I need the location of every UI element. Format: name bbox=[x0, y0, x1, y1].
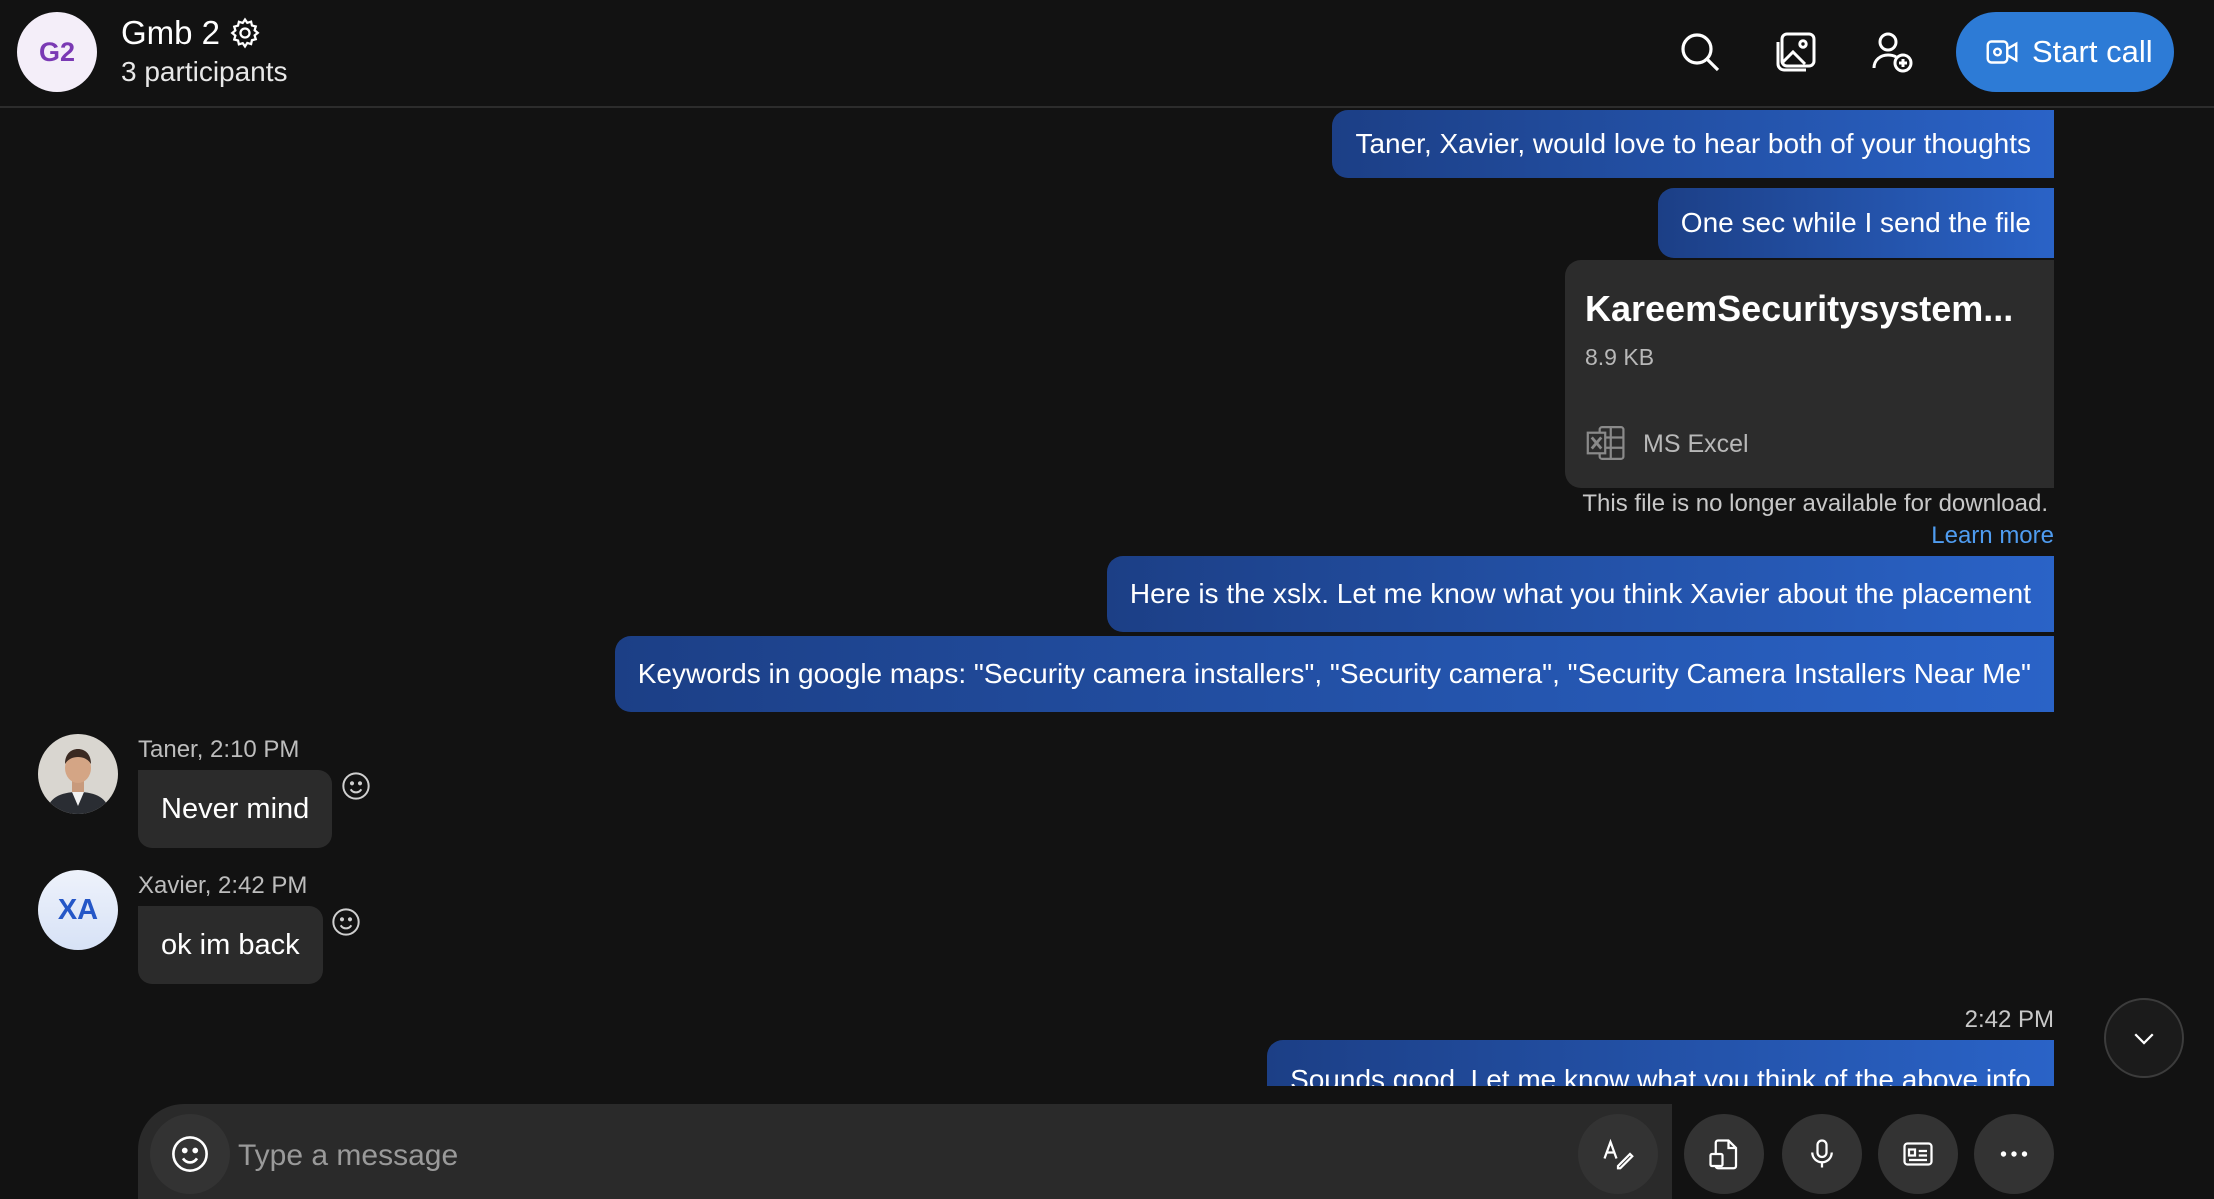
file-unavailable-note: This file is no longer available for dow… bbox=[1582, 490, 2048, 517]
message-text: ok im back bbox=[161, 928, 300, 961]
avatar-taner[interactable] bbox=[38, 734, 118, 814]
file-attachment-card[interactable]: KareemSecuritysystem... 8.9 KB MS Excel bbox=[1565, 260, 2054, 488]
more-options-button[interactable] bbox=[1974, 1114, 2054, 1194]
sender-meta: Taner, 2:10 PM bbox=[138, 736, 300, 763]
incoming-message[interactable]: ok im back bbox=[138, 906, 323, 984]
gallery-icon[interactable] bbox=[1772, 28, 1820, 76]
message-text: Never mind bbox=[161, 792, 310, 825]
file-type: MS Excel bbox=[1643, 430, 1749, 458]
participants-count[interactable]: 3 participants bbox=[121, 56, 288, 88]
file-name: KareemSecuritysystem... bbox=[1585, 288, 2014, 329]
more-icon bbox=[2000, 1151, 2028, 1157]
sender-meta: Xavier, 2:42 PM bbox=[138, 872, 308, 899]
gear-icon[interactable] bbox=[228, 16, 262, 50]
send-contact-button[interactable] bbox=[1878, 1114, 1958, 1194]
contact-card-icon bbox=[1903, 1142, 1933, 1166]
file-size: 8.9 KB bbox=[1585, 344, 1655, 370]
emoji-button[interactable] bbox=[150, 1114, 230, 1194]
learn-more-link[interactable]: Learn more bbox=[1931, 522, 2054, 550]
file-icon bbox=[1709, 1139, 1738, 1170]
microphone-icon bbox=[1811, 1139, 1833, 1168]
message-text: Keywords in google maps: "Security camer… bbox=[637, 658, 2031, 689]
share-file-button[interactable] bbox=[1684, 1114, 1764, 1194]
add-reaction-icon[interactable] bbox=[340, 770, 372, 802]
emoji-icon bbox=[172, 1136, 208, 1172]
voice-message-button[interactable] bbox=[1782, 1114, 1862, 1194]
chat-header: G2 Gmb 2 3 participants Start call bbox=[0, 0, 2214, 108]
format-text-button[interactable] bbox=[1578, 1114, 1658, 1194]
profile-photo bbox=[38, 734, 118, 814]
outgoing-message[interactable]: Sounds good. Let me know what you think … bbox=[1267, 1040, 2054, 1086]
add-reaction-icon[interactable] bbox=[330, 906, 362, 938]
chat-title[interactable]: Gmb 2 bbox=[121, 14, 220, 52]
chevron-down-icon bbox=[2134, 1033, 2154, 1045]
outgoing-message[interactable]: Here is the xslx. Let me know what you t… bbox=[1106, 556, 2054, 632]
video-icon bbox=[1986, 40, 2018, 64]
outgoing-message[interactable]: Taner, Xavier, would love to hear both o… bbox=[1332, 110, 2054, 178]
excel-icon bbox=[1586, 426, 1625, 460]
message-input[interactable] bbox=[236, 1130, 1540, 1182]
message-text: Taner, Xavier, would love to hear both o… bbox=[1355, 128, 2031, 159]
group-avatar[interactable]: G2 bbox=[17, 12, 97, 92]
message-text: One sec while I send the file bbox=[1680, 207, 2031, 238]
avatar-xavier[interactable]: XA bbox=[38, 870, 118, 950]
outgoing-message[interactable]: One sec while I send the file bbox=[1657, 188, 2054, 258]
scroll-to-bottom-button[interactable] bbox=[2104, 998, 2184, 1078]
message-text: Sounds good. Let me know what you think … bbox=[1290, 1064, 2031, 1086]
message-text: Here is the xslx. Let me know what you t… bbox=[1129, 578, 2031, 609]
incoming-message[interactable]: Never mind bbox=[138, 770, 333, 848]
start-call-label: Start call bbox=[2032, 34, 2153, 69]
add-participant-icon[interactable] bbox=[1868, 28, 1916, 76]
outgoing-message[interactable]: Keywords in google maps: "Security camer… bbox=[614, 636, 2054, 712]
start-call-button[interactable]: Start call bbox=[1956, 12, 2174, 92]
search-icon[interactable] bbox=[1676, 28, 1724, 76]
message-timestamp: 2:42 PM bbox=[1964, 1006, 2054, 1033]
pen-format-icon bbox=[1603, 1138, 1634, 1170]
